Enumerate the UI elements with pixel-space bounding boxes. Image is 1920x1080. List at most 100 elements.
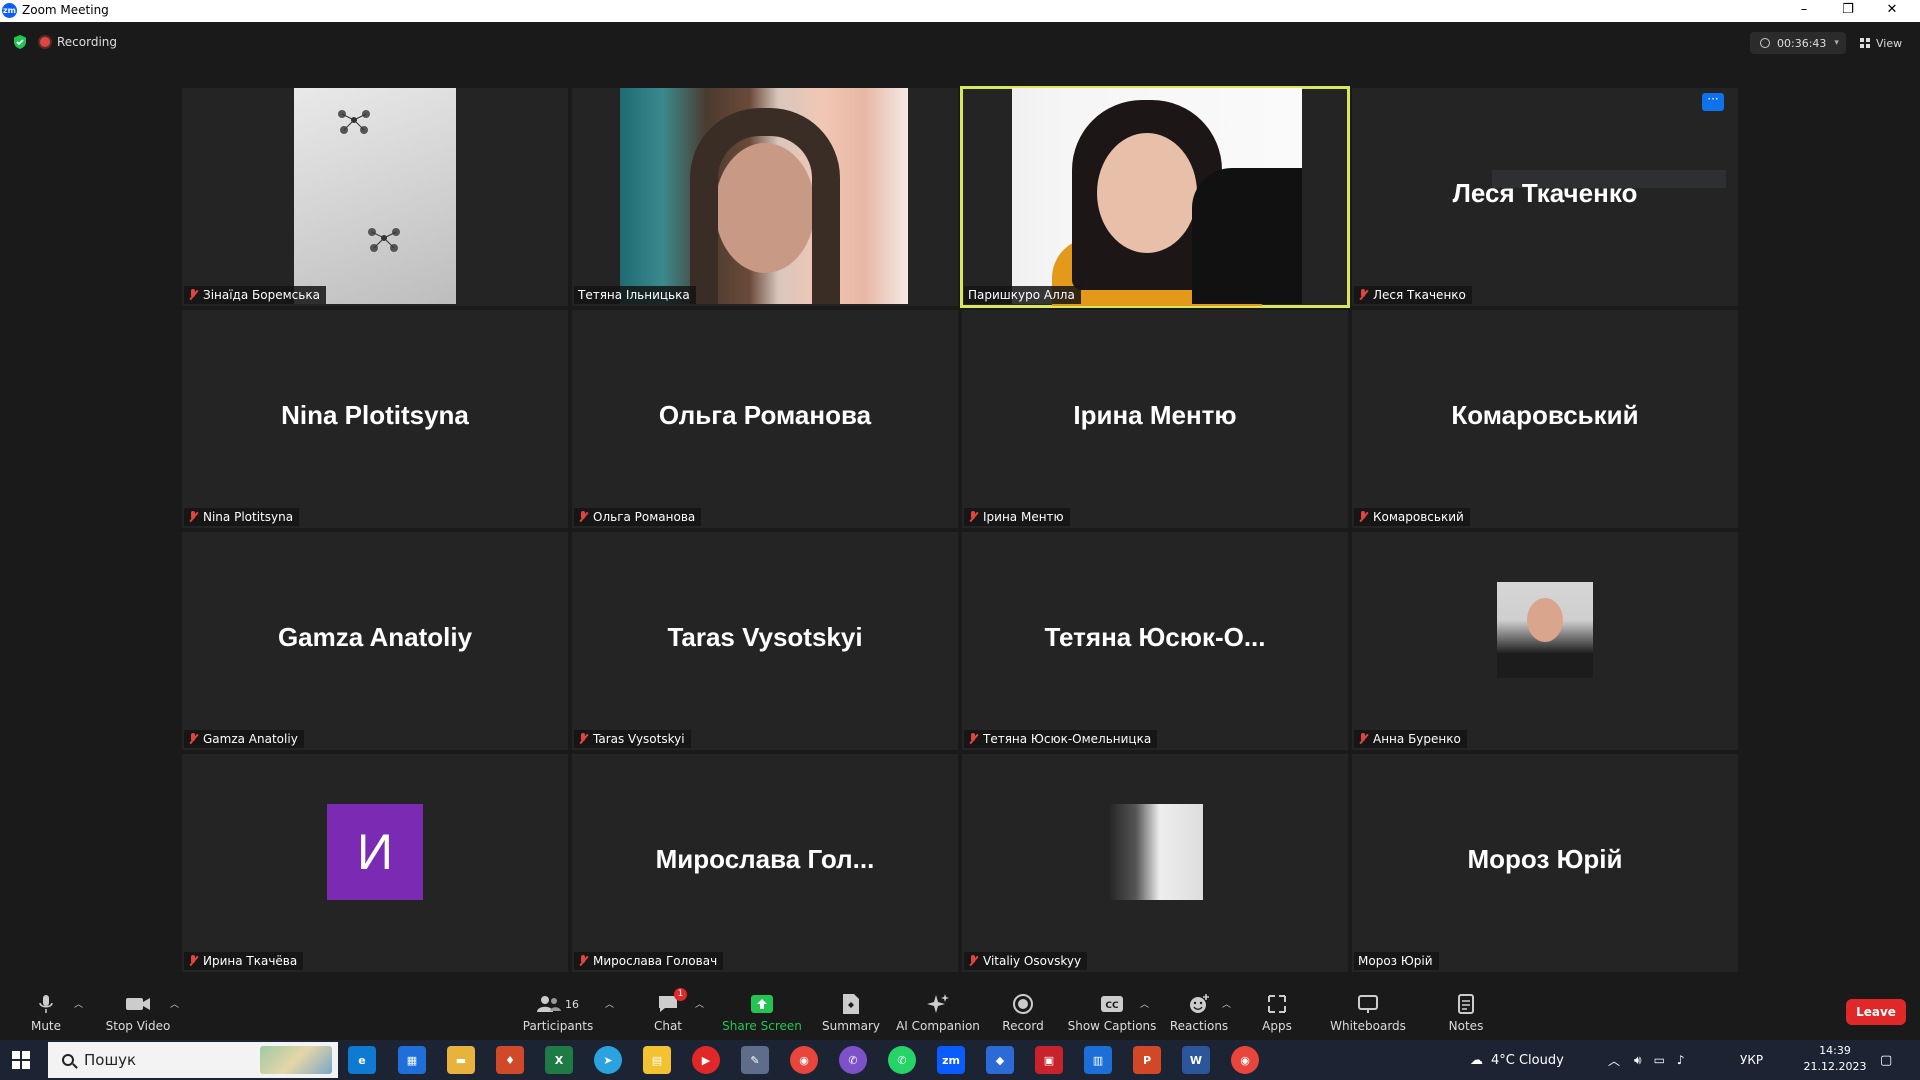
show-captions-button[interactable]: CC Show Captions — [1068, 983, 1156, 1039]
participant-name: Анна Буренко — [1373, 732, 1461, 746]
captions-options-caret-icon[interactable]: ︿ — [1140, 997, 1149, 1010]
grid-view-icon — [1860, 38, 1870, 48]
chat-options-caret-icon[interactable]: ︿ — [695, 997, 704, 1010]
video-camera-icon — [126, 998, 150, 1010]
ai-companion-button[interactable]: AI Companion — [896, 983, 980, 1039]
windows-start-icon[interactable] — [12, 1051, 30, 1069]
meeting-status-bar: Recording 00:36:43 ▾ View — [0, 22, 1920, 62]
participant-video — [1012, 88, 1302, 306]
reactions-options-caret-icon[interactable]: ︿ — [1222, 997, 1231, 1010]
telegram-icon[interactable]: ➤ — [594, 1046, 622, 1074]
mic-muted-icon — [968, 733, 978, 745]
powerpoint-icon[interactable]: P — [1133, 1046, 1161, 1074]
encryption-shield-icon[interactable] — [12, 34, 28, 50]
participant-tile[interactable]: Мирослава Гол... Мирослава Головач — [572, 754, 958, 972]
search-highlight-image — [260, 1046, 332, 1074]
media-player-icon[interactable]: ▶ — [692, 1046, 720, 1074]
close-button[interactable]: ✕ — [1872, 0, 1912, 22]
windows-taskbar: Пошук e ▦ ▬ ♦ X ➤ ▤ ▶ ✎ ◉ ✆ ✆ zm ◆ ▣ ▥ P… — [0, 1040, 1920, 1080]
word-icon[interactable]: W — [1182, 1046, 1210, 1074]
avatar-initial: И — [327, 804, 423, 900]
taskbar-search-placeholder: Пошук — [84, 1051, 137, 1069]
app-icon[interactable]: ▣ — [1035, 1046, 1063, 1074]
participant-tile[interactable]: Комаровський Комаровський — [1352, 310, 1738, 528]
chrome-icon[interactable]: ◉ — [1231, 1046, 1259, 1074]
stop-video-button[interactable]: Stop Video — [106, 983, 170, 1039]
file-explorer-icon[interactable]: ▬ — [447, 1046, 475, 1074]
participant-tile[interactable]: Nina Plotitsyna Nina Plotitsyna — [182, 310, 568, 528]
participant-tile[interactable]: Ольга Романова Ольга Романова — [572, 310, 958, 528]
trello-icon[interactable]: ▥ — [1084, 1046, 1112, 1074]
whiteboard-icon — [1358, 995, 1378, 1013]
participant-tile[interactable]: Vitaliy Osovskyy — [962, 754, 1348, 972]
taskbar-search-box[interactable]: Пошук — [48, 1042, 338, 1078]
participant-tile[interactable]: Тетяна Ільницька — [572, 88, 958, 306]
notification-center-icon[interactable]: ▢ — [1880, 1040, 1892, 1080]
participants-button[interactable]: 16 Participants — [523, 983, 593, 1039]
record-button[interactable]: Record — [1000, 983, 1046, 1039]
chevron-down-icon: ▾ — [1834, 38, 1839, 48]
more-options-button[interactable]: ··· — [1702, 93, 1724, 111]
participant-name: Nina Plotitsyna — [203, 510, 294, 524]
participant-tile[interactable]: ··· Леся Ткаченко Леся Ткаченко — [1352, 88, 1738, 306]
participant-name-tag: Анна Буренко — [1354, 730, 1467, 748]
notes-app-icon[interactable]: ▤ — [643, 1046, 671, 1074]
participants-options-caret-icon[interactable]: ︿ — [605, 997, 614, 1010]
stop-video-label: Stop Video — [105, 1019, 171, 1033]
participant-display-name: Gamza Anatoliy — [277, 622, 473, 652]
participant-tile[interactable]: Ірина Ментю Ірина Ментю — [962, 310, 1348, 528]
share-screen-button[interactable]: Share Screen — [722, 983, 802, 1039]
mute-button[interactable]: Mute — [28, 983, 64, 1039]
view-button[interactable]: View — [1860, 32, 1902, 54]
participant-display-name: Nina Plotitsyna — [281, 400, 469, 430]
participant-name: Ірина Ментю — [983, 510, 1064, 524]
whatsapp-icon[interactable]: ✆ — [888, 1046, 916, 1074]
mute-options-caret-icon[interactable]: ︿ — [74, 997, 83, 1010]
participant-name-tag: Тетяна Ільницька — [574, 286, 696, 304]
notes-button[interactable]: Notes — [1448, 983, 1484, 1039]
excel-icon[interactable]: X — [545, 1046, 573, 1074]
participant-name: Тетяна Ільницька — [578, 288, 690, 302]
meeting-toolbar: Mute ︿ Stop Video ︿ 16 Participants ︿ 1 … — [0, 983, 1920, 1039]
participant-name: Леся Ткаченко — [1373, 288, 1466, 302]
participant-tile-active-speaker[interactable]: Паришкуро Алла — [960, 86, 1350, 308]
weather-widget[interactable]: ☁ 4°C Cloudy — [1470, 1040, 1564, 1080]
whiteboards-button[interactable]: Whiteboards — [1330, 983, 1406, 1039]
minimize-button[interactable]: – — [1784, 0, 1824, 22]
chair-back — [1192, 168, 1302, 304]
microsoft-store-icon[interactable]: ▦ — [398, 1046, 426, 1074]
participant-tile[interactable]: Анна Буренко — [1352, 532, 1738, 750]
chrome-icon[interactable]: ◉ — [790, 1046, 818, 1074]
mic-muted-icon — [188, 733, 198, 745]
participant-display-name: Леся Ткаченко — [1452, 178, 1638, 208]
apps-button[interactable]: Apps — [1262, 983, 1292, 1039]
edge-browser-icon[interactable]: e — [348, 1046, 376, 1074]
participant-tile[interactable]: Мороз Юрій Мороз Юрій — [1352, 754, 1738, 972]
restore-button[interactable]: ❐ — [1828, 0, 1868, 22]
system-tray-icons[interactable]: ︿ 🔊︎ ▭ ♪ — [1600, 1040, 1691, 1080]
viber-icon[interactable]: ✆ — [839, 1046, 867, 1074]
participant-name: Мирослава Головач — [593, 954, 718, 968]
app-icon[interactable]: ♦ — [496, 1046, 524, 1074]
zoom-taskbar-icon[interactable]: zm — [937, 1046, 965, 1074]
clock-date: 21.12.2023 — [1803, 1060, 1867, 1073]
participant-tile[interactable]: Тетяна Юсюк-О... Тетяна Юсюк-Омельницка — [962, 532, 1348, 750]
leave-meeting-button[interactable]: Leave — [1846, 999, 1906, 1025]
participant-tile[interactable]: И Ирина Ткачёва — [182, 754, 568, 972]
ceiling-lamp-icon — [338, 110, 370, 134]
recording-indicator[interactable]: Recording — [40, 32, 117, 52]
summary-button[interactable]: Summary — [822, 983, 880, 1039]
app-icon[interactable]: ✎ — [741, 1046, 769, 1074]
language-indicator[interactable]: УКР — [1740, 1040, 1763, 1080]
timer-value: 00:36:43 — [1777, 36, 1827, 50]
meeting-timer[interactable]: 00:36:43 ▾ — [1750, 32, 1846, 54]
taskbar-clock[interactable]: 14:39 21.12.2023 — [1800, 1043, 1870, 1075]
app-icon[interactable]: ◆ — [986, 1046, 1014, 1074]
video-options-caret-icon[interactable]: ︿ — [170, 997, 179, 1010]
participant-tile[interactable]: Gamza Anatoliy Gamza Anatoliy — [182, 532, 568, 750]
participant-tile[interactable]: Taras Vysotskyi Taras Vysotskyi — [572, 532, 958, 750]
reactions-button[interactable]: Reactions — [1170, 983, 1228, 1039]
participant-display-name: Комаровський — [1451, 400, 1639, 430]
participant-tile[interactable]: Зінаїда Боремська — [182, 88, 568, 306]
chat-button[interactable]: 1 Chat — [652, 983, 687, 1039]
